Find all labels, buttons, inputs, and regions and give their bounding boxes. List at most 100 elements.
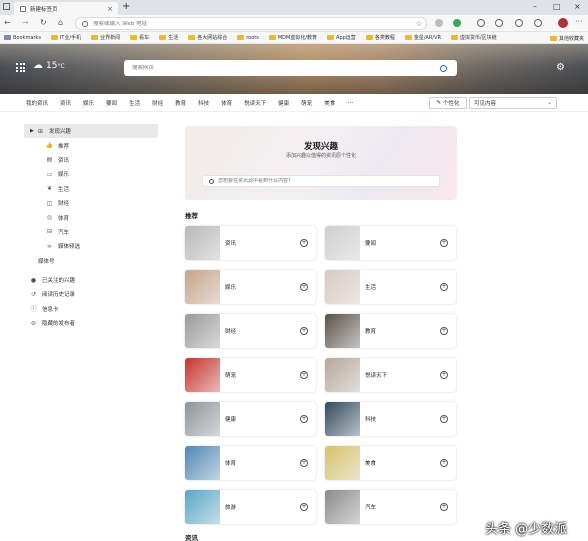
sidebar-item-sports[interactable]: ◎ 体育: [24, 210, 158, 224]
interest-card[interactable]: 体育 +: [185, 446, 316, 480]
more-menu-icon[interactable]: ···: [575, 17, 583, 26]
category-tab[interactable]: 美食: [324, 99, 335, 107]
interest-search-box[interactable]: [202, 175, 440, 187]
sidebar-item-followed-interests[interactable]: ● 已关注的兴趣: [24, 273, 158, 287]
interest-card[interactable]: 教育 +: [325, 314, 456, 348]
gear-icon[interactable]: ⚙: [556, 62, 565, 73]
shield-extension-icon[interactable]: [453, 19, 461, 27]
interest-card[interactable]: 旅游 +: [185, 490, 316, 524]
sidebar-item-info-cards[interactable]: ⓘ 信息卡: [24, 302, 158, 316]
category-tab[interactable]: 财经: [152, 99, 163, 107]
sidebar-item-hidden-publishers[interactable]: ⊘ 隐藏的发布者: [24, 316, 158, 330]
personalize-button[interactable]: ✎ 个性化: [429, 97, 467, 109]
profile-avatar[interactable]: [558, 18, 568, 28]
interest-card[interactable]: 娱乐 +: [185, 270, 316, 304]
interest-card[interactable]: 要闻 +: [325, 226, 456, 260]
sync-icon[interactable]: [534, 19, 542, 27]
category-tab[interactable]: 生活: [129, 99, 140, 107]
extension-icon[interactable]: [435, 19, 443, 27]
interest-search-input[interactable]: [218, 178, 439, 184]
refresh-icon[interactable]: ↻: [40, 18, 47, 27]
sidebar-item-history[interactable]: ↺ 阅读历史记录: [24, 287, 158, 301]
app-launcher-icon[interactable]: [16, 63, 25, 72]
minimize-icon[interactable]: –: [533, 0, 537, 14]
add-interest-icon[interactable]: +: [440, 327, 448, 335]
sidebar-item-life[interactable]: ❦ 生活: [24, 182, 158, 196]
bookmark-item[interactable]: App运营: [327, 34, 356, 41]
interest-card[interactable]: 财经 +: [185, 314, 316, 348]
add-interest-icon[interactable]: +: [440, 239, 448, 247]
category-tab[interactable]: 资讯: [60, 99, 71, 107]
category-tab[interactable]: 萌宠: [301, 99, 312, 107]
add-interest-icon[interactable]: +: [300, 415, 308, 423]
downloads-icon[interactable]: [515, 19, 523, 27]
bookmark-item[interactable]: 金星/AR/VR: [404, 34, 441, 41]
bookmark-item[interactable]: 各类教程: [365, 34, 395, 41]
close-tab-icon[interactable]: ×: [107, 5, 113, 13]
sidebar-item-cars[interactable]: ⊟ 汽车: [24, 225, 158, 239]
interest-card[interactable]: 资讯 +: [185, 226, 316, 260]
interest-card[interactable]: 健康 +: [185, 402, 316, 436]
add-interest-icon[interactable]: +: [440, 283, 448, 291]
other-bookmarks[interactable]: 其他收藏夹: [549, 35, 584, 42]
add-interest-icon[interactable]: +: [440, 503, 448, 511]
forward-arrow-icon[interactable]: →: [22, 18, 29, 27]
close-window-icon[interactable]: ×: [574, 0, 581, 14]
home-icon[interactable]: ⌂: [58, 18, 63, 27]
tab-actions-icon[interactable]: [3, 3, 10, 10]
bookmark-item[interactable]: 看车: [130, 34, 149, 41]
add-interest-icon[interactable]: +: [300, 371, 308, 379]
bookmark-item[interactable]: 各大网站综合: [188, 34, 227, 41]
category-tab[interactable]: 悦读天下: [244, 99, 266, 107]
sidebar-item-news[interactable]: ▤ 资讯: [24, 153, 158, 167]
bookmark-item[interactable]: 生活: [159, 34, 178, 41]
web-search-box[interactable]: [124, 60, 457, 76]
interest-card[interactable]: 汽车 +: [325, 490, 456, 524]
category-tab[interactable]: 健康: [278, 99, 289, 107]
weather-widget[interactable]: ☁ 15°C: [33, 60, 65, 71]
bookmark-item[interactable]: 业界新闻: [91, 34, 120, 41]
add-interest-icon[interactable]: +: [440, 415, 448, 423]
interest-card[interactable]: 美食 +: [325, 446, 456, 480]
add-interest-icon[interactable]: +: [300, 503, 308, 511]
sidebar-item-discover[interactable]: ▶ ⊞ 发现兴趣: [24, 124, 158, 139]
category-tab[interactable]: 娱乐: [83, 99, 94, 107]
sidebar-item-recommend[interactable]: 👍 推荐: [24, 138, 158, 152]
sidebar-item-media-accounts[interactable]: 媒体号: [24, 254, 158, 268]
collections-icon[interactable]: [477, 19, 485, 27]
interest-card[interactable]: 萌宠 +: [185, 358, 316, 392]
address-bar[interactable]: ☆: [75, 17, 427, 30]
interest-card[interactable]: 悦读天下 +: [325, 358, 456, 392]
web-search-input[interactable]: [132, 65, 440, 71]
add-interest-icon[interactable]: +: [440, 371, 448, 379]
more-categories-icon[interactable]: ···: [347, 99, 354, 107]
maximize-icon[interactable]: □: [553, 0, 561, 14]
favorite-star-icon[interactable]: ☆: [416, 20, 422, 28]
bookmark-item[interactable]: MDM虚拟化/教育: [268, 34, 317, 41]
bookmark-item[interactable]: roots: [237, 35, 259, 41]
interest-card[interactable]: 生活 +: [325, 270, 456, 304]
sidebar-item-finance[interactable]: ◫ 财经: [24, 196, 158, 210]
favorites-icon[interactable]: [495, 19, 503, 27]
category-tab[interactable]: 体育: [221, 99, 232, 107]
category-tab[interactable]: 要闻: [106, 99, 117, 107]
new-tab-button[interactable]: +: [122, 1, 130, 12]
bookmark-item[interactable]: IT业/手机: [50, 34, 81, 41]
bookmark-item[interactable]: Bookmarks: [4, 35, 41, 41]
add-interest-icon[interactable]: +: [300, 239, 308, 247]
interest-card[interactable]: 科技 +: [325, 402, 456, 436]
address-input[interactable]: [93, 20, 416, 27]
category-tab[interactable]: 教育: [175, 99, 186, 107]
add-interest-icon[interactable]: +: [300, 327, 308, 335]
sidebar-item-entertainment[interactable]: ▭ 娱乐: [24, 167, 158, 181]
search-icon[interactable]: [440, 64, 447, 72]
add-interest-icon[interactable]: +: [300, 459, 308, 467]
tab-new-tab[interactable]: 新建标签页 ×: [14, 2, 118, 15]
back-arrow-icon[interactable]: ←: [4, 18, 11, 27]
visible-content-select[interactable]: 可见内容 ⌄: [469, 97, 557, 109]
bookmark-item[interactable]: 虚拟货币/区块链: [451, 34, 497, 41]
add-interest-icon[interactable]: +: [300, 283, 308, 291]
category-tab[interactable]: 我的资讯: [26, 99, 48, 107]
sidebar-item-media-picks[interactable]: ∞ 媒体频选: [24, 239, 158, 253]
category-tab[interactable]: 科技: [198, 99, 209, 107]
